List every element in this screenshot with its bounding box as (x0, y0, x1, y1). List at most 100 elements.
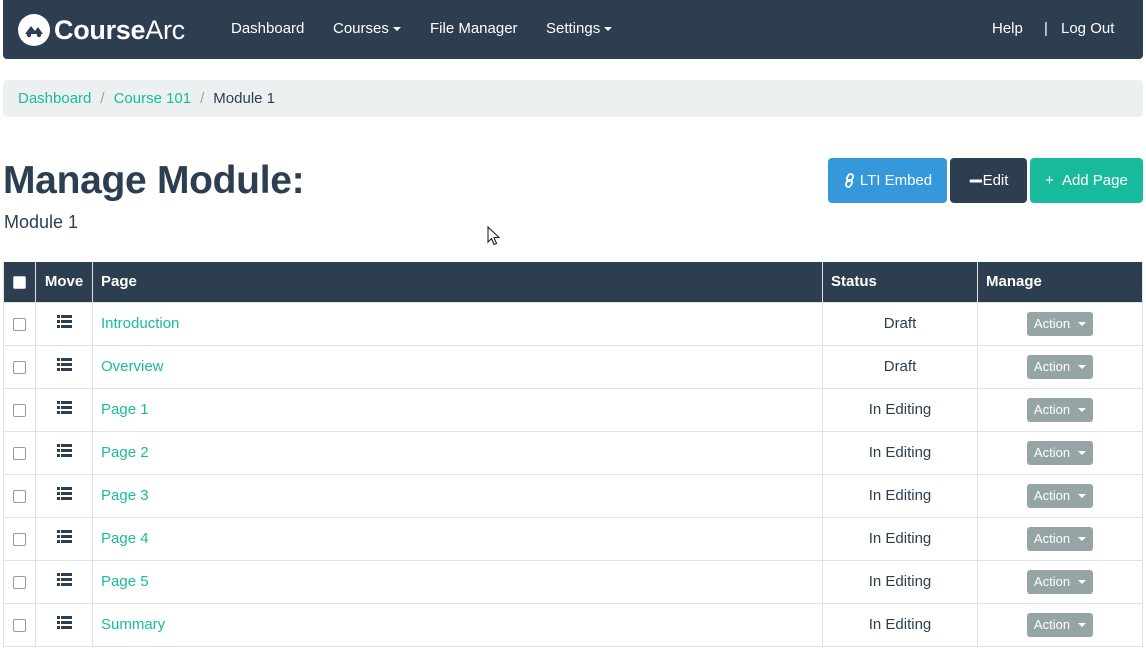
drag-handle-list-icon[interactable] (56, 358, 72, 375)
breadcrumb-dashboard[interactable]: Dashboard (18, 90, 91, 107)
drag-handle-list-icon[interactable] (56, 315, 72, 332)
nav-help[interactable]: Help (992, 20, 1023, 37)
edit-button[interactable]: Edit (950, 158, 1027, 203)
caret-down-icon (1078, 493, 1087, 498)
row-checkbox[interactable] (13, 446, 26, 460)
nav-dashboard[interactable]: Dashboard (231, 20, 304, 37)
page-link[interactable]: Page 4 (101, 530, 149, 547)
page-cell: Page 2 (92, 430, 823, 475)
breadcrumb-separator: / (200, 90, 205, 107)
page-cell: Summary (92, 602, 823, 647)
action-label: Action (1033, 402, 1071, 417)
lti-embed-label: LTI Embed (859, 172, 933, 189)
move-cell (35, 602, 93, 647)
page-link[interactable]: Summary (101, 616, 165, 633)
move-cell (35, 516, 93, 561)
column-manage: Manage (977, 262, 1143, 303)
action-dropdown-button[interactable]: Action (1026, 311, 1094, 336)
drag-handle-list-icon[interactable] (56, 487, 72, 504)
row-checkbox-cell (3, 516, 36, 561)
move-cell (35, 344, 93, 389)
table-row: Overview Draft Action (3, 344, 1143, 389)
column-status: Status (822, 262, 978, 303)
row-checkbox[interactable] (13, 360, 26, 374)
nav-logout[interactable]: Log Out (1061, 20, 1114, 37)
column-page: Page (92, 262, 823, 303)
action-dropdown-button[interactable]: Action (1026, 440, 1094, 465)
action-dropdown-button[interactable]: Action (1026, 354, 1094, 379)
drag-handle-list-icon[interactable] (56, 616, 72, 633)
row-checkbox-cell (3, 344, 36, 389)
action-label: Action (1033, 617, 1071, 632)
breadcrumb-current: Module 1 (213, 90, 276, 107)
action-label: Action (1033, 488, 1071, 503)
manage-cell: Action (977, 602, 1143, 647)
action-dropdown-button[interactable]: Action (1026, 569, 1094, 594)
status-cell: In Editing (822, 473, 978, 518)
row-checkbox-cell (3, 430, 36, 475)
table-row: Page 2 In Editing Action (3, 430, 1143, 475)
courseanc-logo-icon (18, 14, 50, 46)
page-cell: Page 3 (92, 473, 823, 518)
caret-down-icon (1078, 407, 1087, 412)
nav-courses-dropdown[interactable]: Courses (333, 20, 401, 37)
row-checkbox[interactable] (13, 618, 26, 632)
status-cell: Draft (822, 301, 978, 346)
action-dropdown-button[interactable]: Action (1026, 397, 1094, 422)
action-dropdown-button[interactable]: Action (1026, 526, 1094, 551)
page-link[interactable]: Page 2 (101, 444, 149, 461)
add-page-button[interactable]: + Add Page (1030, 158, 1143, 203)
nav-settings-dropdown[interactable]: Settings (546, 20, 613, 37)
row-checkbox[interactable] (13, 403, 26, 417)
row-checkbox[interactable] (13, 532, 26, 546)
pencil-icon (968, 177, 983, 185)
page-cell: Page 4 (92, 516, 823, 561)
row-checkbox[interactable] (13, 317, 26, 331)
manage-cell: Action (977, 430, 1143, 475)
drag-handle-list-icon[interactable] (56, 444, 72, 461)
page-link[interactable]: Page 3 (101, 487, 149, 504)
breadcrumb-course[interactable]: Course 101 (114, 90, 192, 107)
table-row: Page 4 In Editing Action (3, 516, 1143, 561)
drag-handle-list-icon[interactable] (56, 401, 72, 418)
status-cell: In Editing (822, 430, 978, 475)
caret-down-icon (1078, 450, 1087, 455)
drag-handle-list-icon[interactable] (56, 573, 72, 590)
caret-down-icon (1078, 579, 1087, 584)
breadcrumb: Dashboard / Course 101 / Module 1 (3, 80, 1143, 117)
caret-down-icon (604, 27, 613, 32)
page-title: Manage Module: (3, 159, 305, 202)
move-cell (35, 301, 93, 346)
page-link[interactable]: Page 1 (101, 401, 149, 418)
status-cell: In Editing (822, 516, 978, 561)
action-dropdown-button[interactable]: Action (1026, 483, 1094, 508)
move-cell (35, 473, 93, 518)
row-checkbox-cell (3, 559, 36, 604)
page-cell: Overview (92, 344, 823, 389)
manage-cell: Action (977, 473, 1143, 518)
table-row: Page 3 In Editing Action (3, 473, 1143, 518)
select-all-checkbox[interactable] (13, 275, 26, 289)
manage-cell: Action (977, 301, 1143, 346)
row-checkbox[interactable] (13, 489, 26, 503)
brand-name: CourseArc (54, 14, 185, 45)
caret-down-icon (1078, 622, 1087, 627)
nav-separator: | (1044, 20, 1048, 37)
move-cell (35, 387, 93, 432)
nav-file-manager[interactable]: File Manager (430, 20, 518, 37)
page-link[interactable]: Introduction (101, 315, 179, 332)
page-link[interactable]: Page 5 (101, 573, 149, 590)
action-dropdown-button[interactable]: Action (1026, 612, 1094, 637)
status-cell: In Editing (822, 387, 978, 432)
page-link[interactable]: Overview (101, 358, 164, 375)
row-checkbox[interactable] (13, 575, 26, 589)
table-row: Page 1 In Editing Action (3, 387, 1143, 432)
manage-cell: Action (977, 559, 1143, 604)
drag-handle-list-icon[interactable] (56, 530, 72, 547)
add-page-label: Add Page (1061, 172, 1128, 189)
action-label: Action (1033, 574, 1071, 589)
lti-embed-button[interactable]: LTI Embed (828, 158, 947, 203)
brand-logo[interactable]: CourseArc (18, 13, 185, 47)
edit-label: Edit (982, 172, 1009, 189)
move-cell (35, 430, 93, 475)
